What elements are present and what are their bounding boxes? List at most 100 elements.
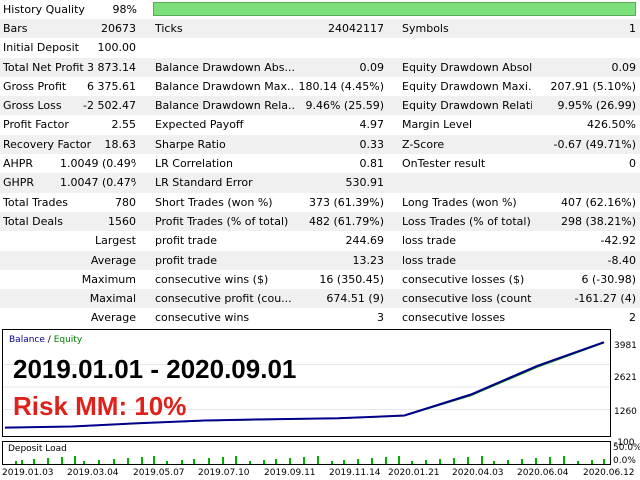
- deposit-tick-label: 50.0%: [613, 443, 640, 453]
- stat-label: [402, 173, 532, 192]
- stat-value: 6 375.61: [87, 79, 136, 93]
- stats-row: Maximal consecutive profit (cou... 674.51 …: [0, 289, 640, 309]
- deposit-load-area: Deposit Load: [2, 441, 611, 465]
- deposit-bar: [603, 459, 605, 464]
- deposit-bar: [289, 458, 291, 464]
- legend-balance: Balance: [9, 335, 45, 345]
- stat-label: Balance Drawdown Max...: [155, 79, 295, 93]
- stat-value: 244.69: [345, 234, 385, 248]
- stats-row: Gross Loss -2 502.47 Balance Drawdown Rela…: [0, 96, 640, 116]
- deposit-bar: [249, 461, 251, 464]
- stat-label: Sharpe Ratio: [155, 137, 226, 151]
- x-tick-label: 2020.01.21: [388, 468, 440, 478]
- stat-value: 373 (61.39%): [308, 195, 384, 209]
- stat-label: Profit Trades (% of total): [155, 214, 289, 228]
- overlay-date-range: 2019.01.01 - 2020.09.01: [13, 354, 297, 384]
- stat-value: 0.81: [359, 157, 385, 171]
- deposit-bar: [193, 459, 195, 464]
- stat-value: 13.23: [352, 253, 385, 267]
- stat-label: LR Correlation: [155, 157, 233, 171]
- stat-value: 0.33: [359, 137, 385, 151]
- stat-label: consecutive wins: [155, 311, 250, 325]
- stat-label: OnTester result: [402, 157, 486, 171]
- stat-value: 298 (38.21%): [560, 214, 636, 228]
- history-quality-bar: [153, 2, 636, 16]
- stats-row: Profit Factor 2.55 Expected Payoff 4.97 Marg…: [0, 115, 640, 134]
- stat-value: 1: [629, 22, 636, 35]
- history-quality-value: 98%: [112, 3, 137, 16]
- stats-row: Total Trades 780 Short Trades (won %) 373 (…: [0, 193, 640, 212]
- stat-value: 3 873.14: [87, 60, 136, 74]
- stat-value: 4.97: [359, 118, 385, 132]
- deposit-bar: [343, 460, 345, 464]
- stat-label: [402, 38, 532, 57]
- deposit-bar: [15, 461, 17, 464]
- y-tick-label: 3981: [614, 341, 637, 351]
- deposit-bar: [83, 461, 85, 464]
- deposit-bar: [493, 461, 495, 464]
- stat-label: consecutive profit (cou...: [155, 292, 292, 306]
- deposit-bar: [74, 456, 76, 464]
- stat-value: [520, 38, 636, 57]
- history-quality-label: History Quality: [3, 3, 85, 16]
- deposit-bar: [591, 460, 593, 464]
- stats-row: GHPR1.0047 (0.47%)LR Standard Error530.9…: [0, 173, 640, 193]
- stat-label: Expected Payoff: [155, 118, 244, 132]
- stat-label: Z-Score: [402, 137, 445, 151]
- chart-legend: Balance / Equity: [9, 335, 82, 345]
- stats-row: Recovery Factor 18.63 Sharpe Ratio 0.33 Z-Sc…: [0, 134, 640, 155]
- stat-value: Average: [90, 311, 136, 325]
- stat-value: 180.14 (4.45%): [298, 79, 384, 93]
- stat-value: 2: [629, 311, 636, 325]
- stat-label: consecutive losses ($): [402, 272, 525, 286]
- stat-label: profit trade: [155, 234, 218, 248]
- stat-label: loss trade: [402, 253, 457, 267]
- overlay-risk: Risk MM: 10%: [13, 391, 187, 421]
- x-tick-label: 2019.05.07: [133, 468, 185, 478]
- stat-value: 207.91 (5.10%): [550, 79, 636, 93]
- deposit-bar: [411, 461, 413, 464]
- stat-value: 426.50%: [587, 118, 636, 132]
- stats-row: Initial Deposit 100.00: [0, 38, 640, 57]
- stat-label: loss trade: [402, 234, 457, 248]
- stat-value: Average: [90, 253, 136, 267]
- stat-label: Ticks: [155, 22, 183, 35]
- deposit-load-label: Deposit Load: [8, 444, 67, 454]
- y-tick-label: 1260: [614, 407, 637, 417]
- deposit-bar: [425, 460, 427, 464]
- deposit-bar: [47, 458, 49, 464]
- stat-value: 0: [629, 157, 636, 171]
- deposit-bar: [127, 458, 129, 464]
- stat-value: -2 502.47: [83, 99, 136, 113]
- stat-value: 16 (350.45): [319, 272, 384, 286]
- x-tick-label: 2020.06.12: [583, 468, 635, 478]
- stat-value: Largest: [95, 234, 136, 248]
- deposit-bar: [507, 460, 509, 464]
- stat-value: 674.51 (9): [326, 292, 384, 306]
- stats-row: Total Net Profit 3 873.14 Balance Drawdown…: [0, 57, 640, 77]
- stat-label: Equity Drawdown Relati...: [402, 99, 532, 113]
- stat-label: consecutive wins ($): [155, 272, 269, 286]
- x-tick-label: 2019.03.04: [67, 468, 119, 478]
- stat-value: 100.00: [97, 41, 137, 55]
- x-tick-label: 2020.06.04: [517, 468, 569, 478]
- stat-label: Equity Drawdown Absol...: [402, 60, 532, 74]
- deposit-bar: [208, 458, 210, 464]
- stat-label: [155, 38, 295, 57]
- stats-row: Maximum consecutive wins ($) 16 (350.45) co…: [0, 270, 640, 289]
- deposit-bar: [439, 459, 441, 464]
- stat-value: 1.0047 (0.47%): [60, 176, 136, 190]
- deposit-bar: [481, 456, 483, 464]
- stat-value: -161.27 (4): [574, 292, 636, 306]
- stat-value: Maximal: [89, 292, 136, 306]
- deposit-bar: [317, 456, 319, 464]
- stat-value: 530.91: [345, 176, 385, 190]
- legend-separator: /: [47, 335, 51, 345]
- stat-label: LR Standard Error: [155, 176, 253, 190]
- deposit-bar: [21, 460, 23, 464]
- stat-label: Symbols: [402, 22, 449, 35]
- stat-value: 780: [115, 195, 136, 209]
- stat-value: 20673: [101, 22, 136, 35]
- stats-row: Total Deals 1560 Profit Trades (% of total…: [0, 211, 640, 232]
- stat-value: -8.40: [607, 253, 636, 267]
